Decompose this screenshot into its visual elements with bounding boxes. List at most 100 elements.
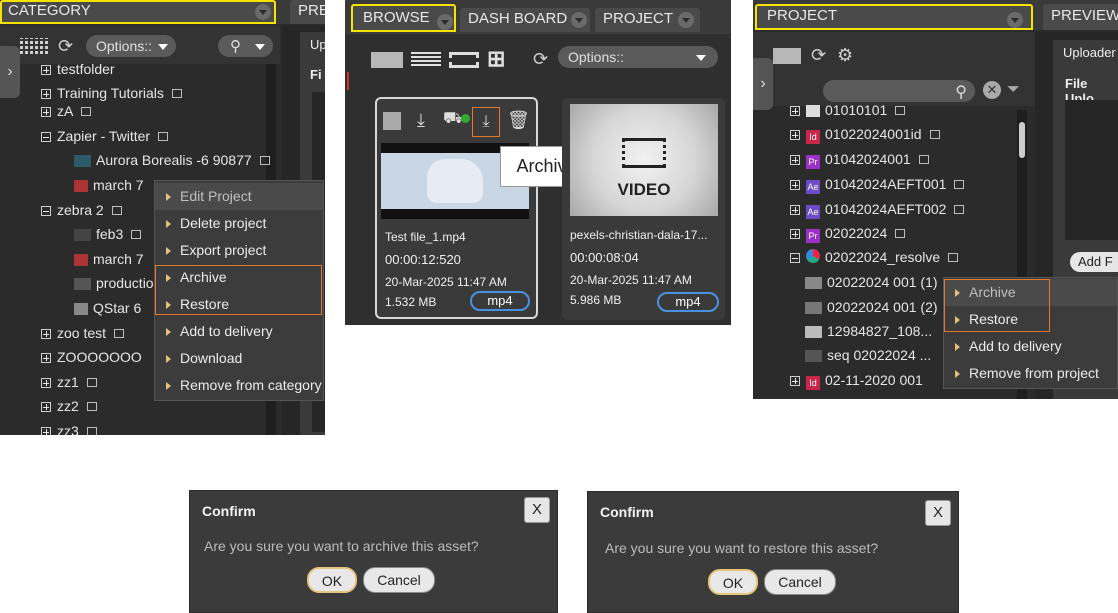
- tab-category[interactable]: CATEGORY: [0, 0, 276, 24]
- tree-item[interactable]: march 7: [74, 174, 144, 196]
- expand-icon[interactable]: [41, 65, 51, 75]
- tab-preview[interactable]: PRE: [290, 0, 325, 24]
- copy-icon[interactable]: [895, 106, 906, 115]
- search-button[interactable]: ⚲: [218, 35, 273, 57]
- select-checkbox[interactable]: [383, 112, 401, 130]
- copy-icon[interactable]: [81, 107, 92, 116]
- copy-icon[interactable]: [918, 155, 929, 164]
- asset-card[interactable]: VIDEO pexels-christian-dala-17... 00:00:…: [562, 98, 725, 320]
- category-tab-dropdown-icon[interactable]: [255, 4, 271, 20]
- gear-icon[interactable]: ⚙: [837, 46, 853, 64]
- project-tab-dropdown-icon[interactable]: [678, 12, 694, 28]
- tree-item[interactable]: QStar 6: [74, 297, 141, 319]
- copy-icon[interactable]: [948, 253, 959, 262]
- browse-tab-dropdown-icon[interactable]: [437, 14, 453, 30]
- copy-icon[interactable]: [86, 402, 97, 411]
- tree-item[interactable]: Ae 01042024AEFT002: [790, 198, 965, 220]
- menu-export-project[interactable]: Export project: [155, 237, 323, 264]
- collapse-icon[interactable]: [41, 206, 51, 216]
- dashboard-tab-dropdown-icon[interactable]: [571, 12, 587, 28]
- tree-item[interactable]: zoo test: [41, 322, 125, 344]
- grid-view-icon[interactable]: [371, 52, 403, 68]
- grid-view-icon[interactable]: [20, 38, 48, 54]
- tree-item[interactable]: 02022024_resolve: [790, 246, 959, 268]
- tree-item[interactable]: 01010101: [790, 99, 906, 121]
- dialog-close-button[interactable]: X: [524, 497, 550, 523]
- copy-icon[interactable]: [158, 132, 169, 141]
- menu-add-to-delivery[interactable]: Add to delivery: [155, 318, 323, 345]
- expand-icon[interactable]: [41, 378, 51, 388]
- tree-item[interactable]: ZOOOOOOO: [41, 346, 142, 368]
- tree-item[interactable]: feb3: [74, 223, 142, 245]
- menu-download[interactable]: Download: [155, 345, 323, 372]
- filter-icon[interactable]: ⏷: [1007, 82, 1020, 98]
- refresh-icon[interactable]: ⟳: [533, 50, 548, 68]
- copy-icon[interactable]: [86, 427, 97, 435]
- copy-icon[interactable]: [86, 378, 97, 387]
- tree-item[interactable]: zz2: [41, 395, 97, 417]
- tree-item[interactable]: zebra 2: [41, 199, 122, 221]
- filmstrip-view-icon[interactable]: [449, 52, 479, 68]
- tree-item[interactable]: Id 01022024001id: [790, 123, 940, 145]
- copy-icon[interactable]: [954, 205, 965, 214]
- tree-item[interactable]: Ae 01042024AEFT001: [790, 173, 965, 195]
- dialog-close-button[interactable]: X: [925, 500, 951, 526]
- expand-icon[interactable]: [790, 376, 800, 386]
- tree-item[interactable]: 02022024 001 (2): [805, 296, 938, 318]
- grid-view-icon[interactable]: [773, 48, 801, 64]
- expand-icon[interactable]: [41, 329, 51, 339]
- cancel-button[interactable]: Cancel: [363, 567, 435, 593]
- copy-icon[interactable]: [954, 180, 965, 189]
- ok-button[interactable]: OK: [307, 567, 357, 593]
- tree-item[interactable]: zA: [41, 100, 92, 122]
- copy-icon[interactable]: [111, 206, 122, 215]
- expand-sidebar-handle[interactable]: ›: [0, 46, 20, 98]
- refresh-icon[interactable]: ⟳: [58, 37, 73, 55]
- menu-add-to-delivery[interactable]: Add to delivery: [944, 333, 1117, 360]
- tab-preview[interactable]: PREVIEW: [1043, 4, 1118, 30]
- tree-item[interactable]: production: [74, 272, 161, 294]
- asset-card[interactable]: ⤓ ⛟ ⤓ 🗑 Test file_1.mp4 00:00:12:520 20-…: [375, 97, 538, 319]
- cancel-button[interactable]: Cancel: [764, 569, 836, 595]
- refresh-icon[interactable]: ⟳: [811, 46, 826, 64]
- expand-icon[interactable]: [790, 106, 800, 116]
- tree-item[interactable]: Zapier - Twitter: [41, 125, 169, 147]
- ok-button[interactable]: OK: [708, 569, 758, 595]
- menu-delete-project[interactable]: Delete project: [155, 210, 323, 237]
- tree-item[interactable]: Pr 01042024001: [790, 148, 929, 170]
- tree-item[interactable]: seq 02022024 ...: [805, 344, 931, 366]
- expand-icon[interactable]: [41, 107, 51, 117]
- clear-search-icon[interactable]: ✕: [983, 81, 1001, 99]
- add-to-delivery-icon[interactable]: ⛟: [443, 111, 471, 127]
- tree-item[interactable]: zz3: [41, 420, 97, 435]
- expand-icon[interactable]: [790, 180, 800, 190]
- expand-icon[interactable]: [41, 353, 51, 363]
- copy-icon[interactable]: [131, 230, 142, 239]
- copy-icon[interactable]: [171, 89, 182, 98]
- expand-icon[interactable]: [790, 155, 800, 165]
- options-dropdown[interactable]: Options::: [558, 46, 718, 68]
- tree-item[interactable]: testfolder: [41, 58, 115, 80]
- tree-item[interactable]: 12984827_108...: [805, 320, 932, 342]
- download-icon[interactable]: ⤓: [417, 111, 425, 129]
- expand-icon[interactable]: [41, 402, 51, 412]
- tree-item[interactable]: march 7: [74, 248, 144, 270]
- copy-icon[interactable]: [895, 229, 906, 238]
- collapse-icon[interactable]: [41, 132, 51, 142]
- menu-remove-from-category[interactable]: Remove from category: [155, 372, 323, 399]
- tree-item[interactable]: 02022024 001 (1): [805, 271, 938, 293]
- tree-item[interactable]: Aurora Borealis -6 90877: [74, 149, 270, 171]
- tree-item[interactable]: Id 02-11-2020 001: [790, 369, 923, 391]
- archive-icon[interactable]: ⤓: [472, 107, 500, 137]
- menu-edit-project[interactable]: Edit Project: [155, 183, 323, 210]
- copy-icon[interactable]: [929, 130, 940, 139]
- expand-sidebar-handle[interactable]: ›: [753, 58, 773, 110]
- add-asset-icon[interactable]: ⊞: [487, 48, 505, 70]
- expand-icon[interactable]: [790, 130, 800, 140]
- expand-icon[interactable]: [41, 89, 51, 99]
- add-file-button[interactable]: Add F: [1070, 252, 1118, 272]
- project-tab-dropdown-icon[interactable]: [1007, 12, 1023, 28]
- copy-icon[interactable]: [259, 156, 270, 165]
- collapse-icon[interactable]: [790, 253, 800, 263]
- expand-icon[interactable]: [790, 205, 800, 215]
